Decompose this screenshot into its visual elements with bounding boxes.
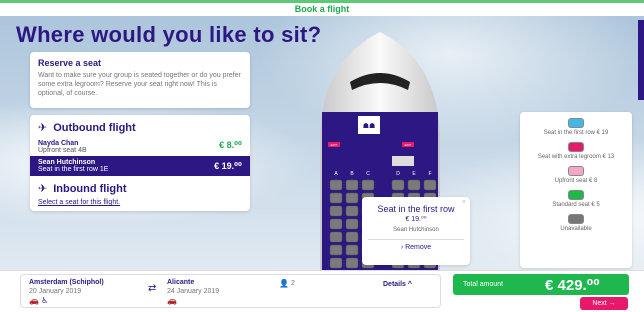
traveller-icons: 🚗 ♿: [29, 296, 49, 305]
seat[interactable]: [329, 257, 343, 269]
seat[interactable]: [361, 179, 375, 191]
trip-summary: Amsterdam (Schiphol) 20 January 2019 🚗 ♿…: [20, 274, 441, 308]
seat[interactable]: [345, 205, 359, 217]
seat-column-label: D: [396, 171, 400, 177]
seat[interactable]: [345, 192, 359, 204]
seat[interactable]: [345, 257, 359, 269]
legend-label: Upfront seat € 8: [554, 178, 598, 184]
inbound-select-link[interactable]: Select a seat for this flight.: [30, 199, 250, 206]
exit-label: EXIT: [331, 143, 338, 147]
bottom-bar: Amsterdam (Schiphol) 20 January 2019 🚗 ♿…: [0, 270, 644, 312]
legend-label: Unavailable: [560, 226, 592, 232]
seat[interactable]: [329, 179, 343, 191]
seat[interactable]: [345, 179, 359, 191]
inbound-header: ✈ Inbound flight: [30, 182, 250, 196]
popup-price: € 19.⁰⁰: [405, 216, 427, 223]
seat[interactable]: [407, 179, 421, 191]
passenger-name: Nayda Chan: [38, 140, 79, 147]
legend-item: Seat with extra legroom € 13: [524, 142, 628, 160]
seat[interactable]: [345, 218, 359, 230]
top-bar: Book a flight: [0, 0, 644, 16]
legend-label: Seat in the first row € 19: [543, 130, 609, 136]
legend-swatch: [568, 118, 584, 128]
legend-item: Unavailable: [524, 214, 628, 232]
reserve-title: Reserve a seat: [38, 58, 102, 68]
passenger-row-selected[interactable]: Sean Hutchinson Seat in the first row 1E…: [30, 156, 250, 176]
origin-city: Amsterdam (Schiphol): [29, 279, 104, 286]
popup-passenger: Sean Hutchinson: [393, 227, 439, 233]
lavatory-icon: ☗☗: [363, 122, 376, 130]
total-label: Total amount: [463, 281, 504, 288]
next-button[interactable]: Next →: [580, 297, 628, 310]
book-flight-tab[interactable]: Book a flight: [0, 4, 644, 14]
flights-card: ✈ Outbound flight Nayda Chan Upfront sea…: [30, 115, 250, 211]
seat-column-label: F: [428, 171, 431, 177]
details-label: Details: [383, 281, 406, 288]
legend-swatch: [568, 214, 584, 224]
outbound-title: Outbound flight: [53, 121, 136, 134]
page-title: Where would you like to sit?: [16, 22, 322, 47]
seat-legend: Seat in the first row € 19 Seat with extr…: [520, 112, 632, 268]
legend-swatch: [568, 142, 584, 152]
exit-label: EXIT: [405, 143, 412, 147]
legend-label: Seat with extra legroom € 13: [537, 154, 615, 160]
legend-swatch: [568, 166, 584, 176]
galley: [392, 156, 414, 166]
total-amount-bar: Total amount € 429.⁰⁰: [453, 274, 629, 295]
right-edge-panel: [638, 20, 644, 100]
top-accent: [0, 0, 644, 3]
remove-seat-button[interactable]: › Remove: [368, 239, 464, 251]
passenger-price: € 19.⁰⁰: [214, 160, 242, 171]
destination-date: 24 January 2019: [167, 288, 220, 295]
next-label: Next: [592, 300, 607, 307]
popup-title: Seat in the first row: [377, 204, 455, 214]
details-button[interactable]: Details ^: [383, 281, 412, 288]
passenger-row[interactable]: Nayda Chan Upfront seat 4B € 8.⁰⁰: [30, 138, 250, 156]
origin-date: 20 January 2019: [29, 288, 82, 295]
passenger-seat: Upfront seat 4B: [38, 147, 87, 154]
person-icon: 👤: [279, 279, 289, 288]
reserve-description: Want to make sure your group is seated t…: [38, 72, 241, 97]
chevron-up-icon: ^: [407, 281, 413, 288]
seat[interactable]: [329, 244, 343, 256]
total-amount: € 429.⁰⁰: [545, 277, 600, 294]
destination-city: Alicante: [167, 279, 195, 286]
swap-icon: ⇄: [148, 283, 157, 294]
popup-close-icon[interactable]: ×: [462, 199, 466, 206]
plane-icon: ✈: [38, 122, 48, 134]
plane-return-icon: ✈: [38, 183, 48, 195]
passenger-price: € 8.⁰⁰: [219, 140, 242, 150]
seat[interactable]: [329, 218, 343, 230]
inbound-title: Inbound flight: [53, 182, 127, 195]
outbound-header: ✈ Outbound flight: [30, 121, 250, 135]
seat[interactable]: [329, 192, 343, 204]
remove-label: Remove: [405, 244, 432, 251]
passenger-name: Sean Hutchinson: [38, 159, 96, 166]
reserve-seat-card: Reserve a seat Want to make sure your gr…: [30, 52, 250, 108]
legend-label: Standard seat € 5: [552, 202, 600, 208]
legend-item: Seat in the first row € 19: [524, 118, 628, 136]
seat-column-label: C: [366, 171, 370, 177]
passenger-count: 2: [291, 280, 295, 287]
arrow-right-icon: →: [608, 300, 616, 307]
destination-icon: 🚗: [167, 296, 177, 305]
seat[interactable]: [329, 231, 343, 243]
legend-item: Upfront seat € 8: [524, 166, 628, 184]
seat[interactable]: [391, 179, 405, 191]
seat-popup: × Seat in the first row € 19.⁰⁰ Sean Hut…: [362, 197, 470, 265]
legend-swatch: [568, 190, 584, 200]
seat[interactable]: [423, 179, 437, 191]
legend-item: Standard seat € 5: [524, 190, 628, 208]
seat[interactable]: [329, 205, 343, 217]
passenger-seat: Seat in the first row 1E: [38, 166, 109, 173]
seat[interactable]: [345, 244, 359, 256]
seat[interactable]: [345, 231, 359, 243]
